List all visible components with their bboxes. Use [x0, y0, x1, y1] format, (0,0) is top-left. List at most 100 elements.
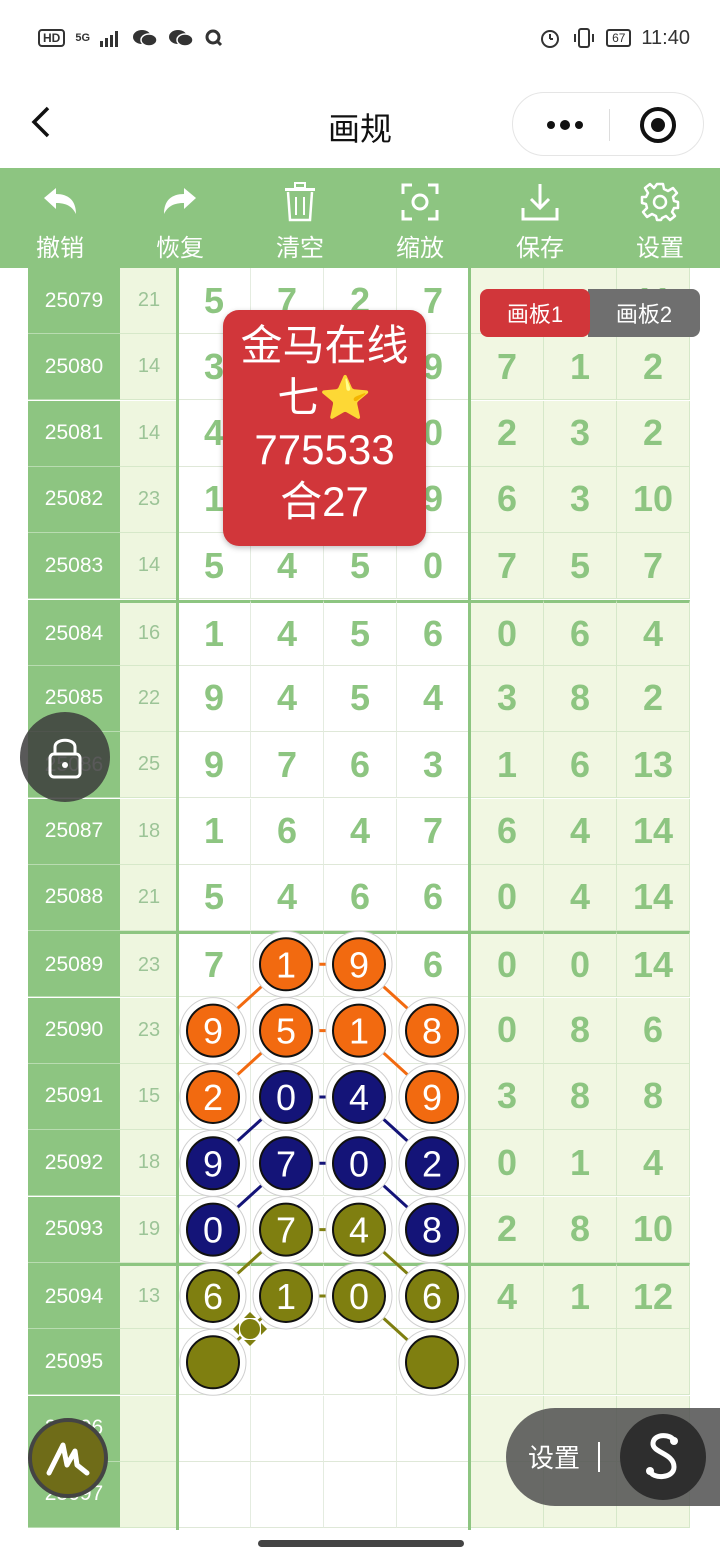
settings-fab-divider [598, 1442, 600, 1472]
digit-cell[interactable] [178, 1461, 251, 1528]
digit-cell[interactable]: 6 [397, 599, 470, 666]
digit-cell[interactable]: 1 [324, 997, 397, 1064]
battery-level: 67 [606, 29, 632, 47]
digit-cell[interactable]: 4 [251, 665, 324, 732]
table-row: 25084 16 1 4 5 6 0 6 4 [28, 599, 692, 666]
stat-cell: 3 [544, 466, 617, 533]
digit-cell[interactable]: 6 [324, 732, 397, 799]
sum-cell: 25 [120, 732, 178, 799]
home-indicator[interactable] [258, 1540, 464, 1547]
digit-cell[interactable]: 2 [397, 1130, 470, 1197]
digit-cell[interactable] [324, 1395, 397, 1462]
digit-cell[interactable]: 5 [324, 665, 397, 732]
digit-cell[interactable] [397, 1461, 470, 1528]
digit-cell[interactable]: 4 [397, 665, 470, 732]
digit-cell[interactable]: 6 [324, 864, 397, 931]
issue-cell: 25088 [28, 864, 120, 931]
digit-cell[interactable]: 6 [251, 798, 324, 865]
promo-line-1: 金马在线 [240, 322, 409, 369]
digit-cell[interactable]: 5 [251, 997, 324, 1064]
digit-cell[interactable]: 0 [324, 1130, 397, 1197]
pen-button[interactable] [28, 1418, 108, 1498]
issue-cell: 25087 [28, 798, 120, 865]
digit-cell[interactable]: 6 [178, 1262, 251, 1329]
digit-cell[interactable]: 8 [397, 997, 470, 1064]
settings-fab[interactable]: 设置 [506, 1408, 720, 1506]
digit-cell[interactable]: 9 [178, 997, 251, 1064]
sum-cell [120, 1329, 178, 1396]
digit-cell[interactable] [178, 1329, 251, 1396]
digit-cell[interactable]: 8 [397, 1196, 470, 1263]
sum-cell: 21 [120, 864, 178, 931]
digit-cell[interactable] [251, 1395, 324, 1462]
digit-cell[interactable] [397, 1329, 470, 1396]
settings-button[interactable]: 设置 [600, 168, 720, 268]
zoom-icon [396, 178, 444, 226]
close-target-icon[interactable] [640, 107, 676, 143]
s-logo-button[interactable] [620, 1414, 706, 1500]
tab-board-1[interactable]: 画板1 [480, 289, 590, 337]
stat-cell: 0 [471, 864, 544, 931]
status-bar: HD 5G 67 11:40 [0, 0, 720, 80]
digit-cell[interactable]: 9 [178, 665, 251, 732]
digit-cell[interactable]: 1 [178, 599, 251, 666]
digit-cell[interactable]: 0 [178, 1196, 251, 1263]
tab-board-2[interactable]: 画板2 [588, 289, 700, 337]
more-button[interactable] [535, 105, 595, 145]
redo-label: 恢复 [156, 235, 204, 262]
digit-cell[interactable]: 9 [178, 1130, 251, 1197]
digit-cell[interactable]: 5 [324, 599, 397, 666]
digit-cell[interactable]: 7 [251, 1130, 324, 1197]
digit-cell[interactable]: 5 [178, 864, 251, 931]
digit-cell[interactable]: 9 [178, 732, 251, 799]
digit-cell[interactable] [178, 1395, 251, 1462]
stat-cell [617, 1329, 690, 1396]
digit-cell[interactable]: 0 [324, 1262, 397, 1329]
digit-cell[interactable]: 9 [324, 931, 397, 998]
digit-cell[interactable] [251, 1461, 324, 1528]
digit-cell[interactable]: 2 [178, 1063, 251, 1130]
sum-cell: 18 [120, 798, 178, 865]
digit-cell[interactable]: 3 [397, 732, 470, 799]
clear-button[interactable]: 清空 [240, 168, 360, 268]
digit-cell[interactable]: 7 [251, 732, 324, 799]
digit-cell[interactable]: 6 [397, 931, 470, 998]
digit-cell[interactable]: 1 [251, 1262, 324, 1329]
digit-cell[interactable]: 4 [324, 798, 397, 865]
digit-cell[interactable]: 7 [178, 931, 251, 998]
digit-cell[interactable]: 6 [397, 864, 470, 931]
header-bar: 画规 [0, 80, 720, 168]
digit-cell[interactable]: 4 [251, 599, 324, 666]
digit-cell[interactable]: 1 [251, 931, 324, 998]
sum-cell: 23 [120, 466, 178, 533]
digit-cell[interactable]: 9 [397, 1063, 470, 1130]
vibrate-icon [574, 28, 595, 48]
digit-cell[interactable]: 7 [251, 1196, 324, 1263]
digit-cell[interactable]: 7 [397, 798, 470, 865]
issue-cell: 25090 [28, 997, 120, 1064]
digit-cell[interactable]: 4 [324, 1196, 397, 1263]
undo-button[interactable]: 撤销 [0, 168, 120, 268]
digit-cell[interactable]: 4 [324, 1063, 397, 1130]
digit-cell[interactable]: 1 [178, 798, 251, 865]
digit-cell[interactable] [324, 1329, 397, 1396]
redo-button[interactable]: 恢复 [120, 168, 240, 268]
digit-cell[interactable]: 6 [397, 1262, 470, 1329]
alarm-icon [541, 30, 560, 48]
digit-cell[interactable]: 4 [251, 864, 324, 931]
undo-icon [36, 178, 84, 226]
digit-cell[interactable]: 0 [251, 1063, 324, 1130]
lock-button[interactable] [20, 712, 110, 802]
digit-cell[interactable] [251, 1329, 324, 1396]
zoom-button[interactable]: 缩放 [360, 168, 480, 268]
stat-cell: 5 [544, 533, 617, 600]
digit-cell[interactable] [324, 1461, 397, 1528]
sum-cell: 19 [120, 1196, 178, 1263]
s-logo-icon [646, 1433, 678, 1479]
promo-card[interactable]: 金马在线 七⭐ 775533 合27 [223, 310, 426, 546]
clock: 11:40 [641, 26, 690, 49]
sum-cell: 13 [120, 1262, 178, 1329]
stat-cell: 7 [617, 533, 690, 600]
save-button[interactable]: 保存 [480, 168, 600, 268]
digit-cell[interactable] [397, 1395, 470, 1462]
